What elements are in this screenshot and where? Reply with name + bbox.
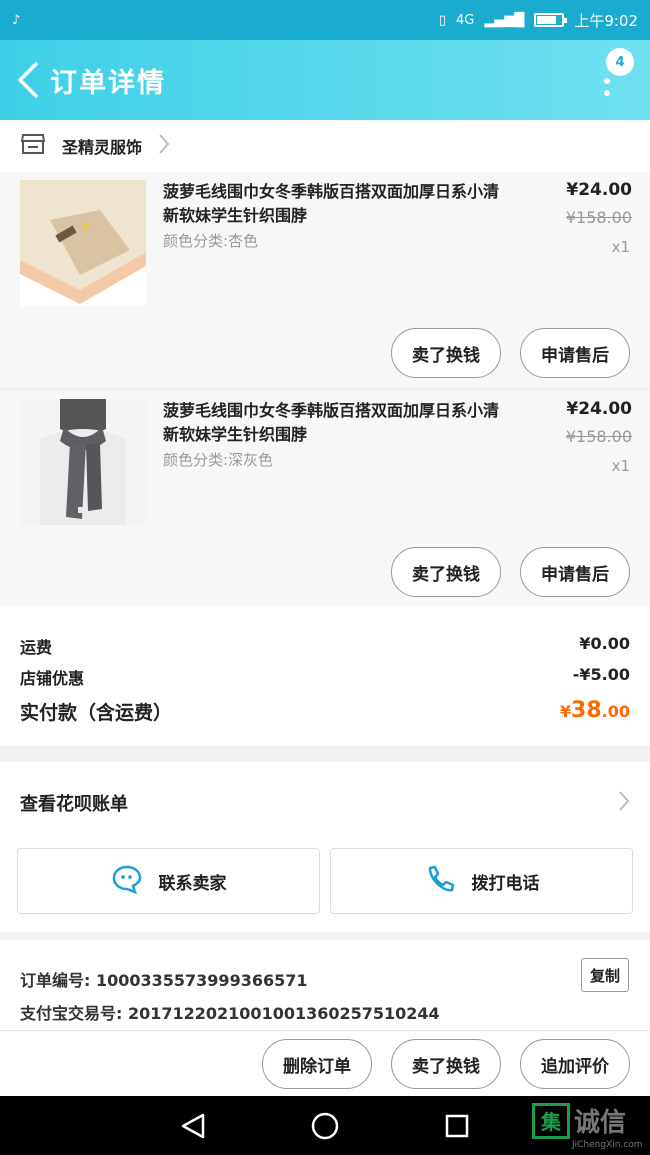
product-original-price: ¥158.00 [565,427,632,446]
product-title[interactable]: 菠萝毛线围巾女冬季韩版百搭双面加厚日系小清新软妹学生针织围脖 [163,399,513,447]
system-nav-bar: 集 诚信 JiChengXin.com [0,1096,650,1155]
network-label: 4G [455,12,475,28]
sell-button[interactable]: 卖了换钱 [391,547,501,597]
product-image-grey-scarf[interactable] [20,399,146,525]
product-title[interactable]: 菠萝毛线围巾女冬季韩版百搭双面加厚日系小清新软妹学生针织围脖 [163,180,513,228]
vibrate-icon: ▯ [438,12,446,28]
order-number: 订单编号: 1000335573999366571 [20,971,308,990]
contact-seller-label: 联系卖家 [158,873,227,894]
sell-button[interactable]: 卖了换钱 [391,1039,501,1089]
call-phone-button[interactable]: 拨打电话 [330,848,633,914]
product-sku: 颜色分类:深灰色 [163,451,274,469]
status-bar: ♪ ▯ 4G ▂▄▆█ 上午9:02 [0,0,650,40]
notification-badge: 4 [606,48,634,76]
page-title: 订单详情 [50,67,166,99]
watermark-url: JiChengXin.com [572,1140,643,1150]
product-original-price: ¥158.00 [565,208,632,227]
huabei-section: 查看花呗账单 联系卖家 拨打电话 [0,762,650,932]
order-info: 订单编号: 1000335573999366571 支付宝交易号: 201712… [0,940,650,1030]
watermark-logo: 集 诚信 [532,1102,626,1139]
chevron-right-icon [158,133,170,159]
contact-seller-button[interactable]: 联系卖家 [17,848,320,914]
shipping-label: 运费 [20,638,53,657]
shop-name: 圣精灵服饰 [62,138,143,157]
product-sku: 颜色分类:杏色 [163,232,259,250]
product-quantity: x1 [611,457,630,475]
chat-bubble-icon [111,864,143,899]
nav-home-icon[interactable] [305,1106,345,1146]
product-image-beige-scarf[interactable] [20,180,146,306]
battery-icon [534,13,568,27]
product-item[interactable]: 菠萝毛线围巾女冬季韩版百搭双面加厚日系小清新软妹学生针织围脖 颜色分类:深灰色 … [0,391,650,606]
discount-value: -¥5.00 [572,665,630,684]
product-price: ¥24.00 [566,399,632,419]
store-icon [20,132,46,160]
after-sale-button[interactable]: 申请售后 [520,328,630,378]
product-item[interactable]: 菠萝毛线围巾女冬季韩版百搭双面加厚日系小清新软妹学生针织围脖 颜色分类:杏色 ¥… [0,172,650,387]
product-quantity: x1 [611,238,630,256]
delete-order-button[interactable]: 删除订单 [262,1039,372,1089]
paid-label: 实付款（含运费） [20,702,173,724]
alipay-transaction-number: 支付宝交易号: 2017122021001001360257510244 [20,1004,440,1023]
after-sale-button[interactable]: 申请售后 [520,547,630,597]
signal-icon: ▂▄▆█ [484,12,525,28]
nav-back-icon[interactable] [173,1106,213,1146]
shop-row[interactable]: 圣精灵服饰 [0,120,650,172]
sell-button[interactable]: 卖了换钱 [391,328,501,378]
order-action-bar: 删除订单 卖了换钱 追加评价 [0,1030,650,1096]
huabei-row[interactable]: 查看花呗账单 [20,790,630,816]
back-arrow-icon[interactable] [6,50,50,110]
copy-button[interactable]: 复制 [581,958,629,992]
more-menu-button[interactable]: 4 [598,48,634,108]
more-dots-icon [604,78,610,102]
paid-amount: ¥38.00 [559,698,630,723]
phone-icon [424,864,456,899]
add-review-button[interactable]: 追加评价 [520,1039,630,1089]
product-price: ¥24.00 [566,180,632,200]
app-header: 订单详情 4 [0,40,650,120]
price-summary: 运费 ¥0.00 店铺优惠 -¥5.00 实付款（含运费） ¥38.00 [0,606,650,746]
tiktok-icon: ♪ [12,12,21,28]
clock: 上午9:02 [574,11,638,30]
huabei-label: 查看花呗账单 [20,794,128,815]
discount-label: 店铺优惠 [20,669,85,688]
nav-recent-icon[interactable] [437,1106,477,1146]
call-phone-label: 拨打电话 [471,873,540,894]
shipping-value: ¥0.00 [579,634,630,653]
chevron-right-icon [618,790,630,816]
